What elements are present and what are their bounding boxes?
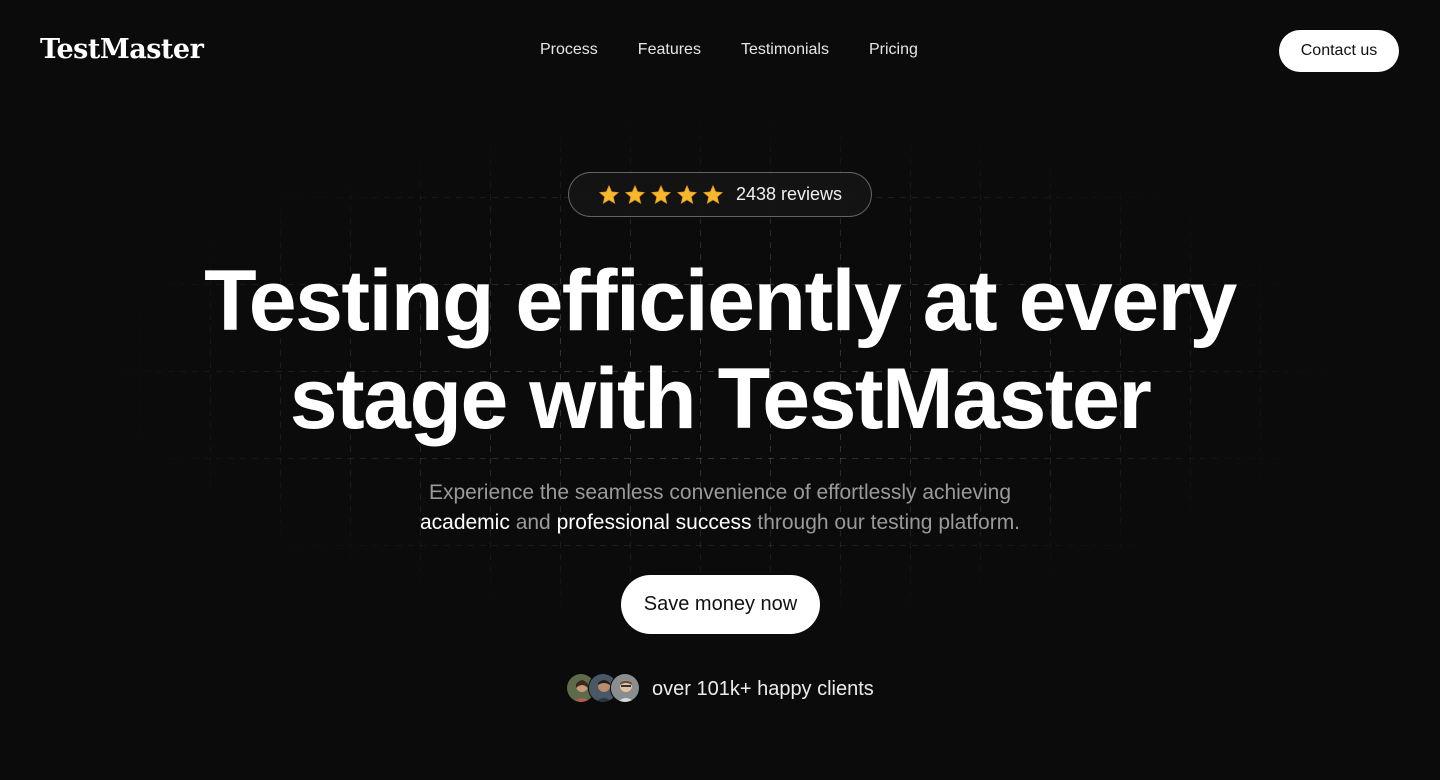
headline-line-2: stage with TestMaster	[289, 351, 1152, 447]
star-icon	[702, 184, 724, 204]
subtext-part-3: through our testing platform.	[757, 511, 1021, 534]
star-icon	[650, 184, 672, 204]
headline-line-1: Testing efficiently at every	[204, 253, 1237, 349]
subtext-highlight-professional: professional success	[556, 511, 752, 534]
subtext-part-2: and	[515, 511, 551, 534]
subtext-highlight-academic: academic	[419, 511, 510, 534]
reviews-count: 2438 reviews	[735, 184, 843, 204]
contact-us-button[interactable]: Contact us	[1279, 30, 1399, 72]
hero-headline: Testing efficiently at every stage with …	[120, 252, 1320, 448]
star-icon	[624, 184, 646, 204]
save-money-button[interactable]: Save money now	[621, 575, 820, 634]
reviews-badge: 2438 reviews	[568, 172, 872, 217]
avatar	[610, 673, 640, 703]
site-header: TestMaster Process Features Testimonials…	[0, 0, 1440, 102]
happy-clients-text: over 101k+ happy clients	[652, 677, 874, 700]
nav-link-features[interactable]: Features	[638, 41, 701, 59]
landing-page: TestMaster Process Features Testimonials…	[0, 0, 1440, 780]
star-icon	[676, 184, 698, 204]
hero-subtext: Experience the seamless convenience of e…	[320, 478, 1120, 538]
happy-clients: over 101k+ happy clients	[566, 673, 874, 705]
star-rating	[598, 184, 724, 206]
main-nav: Process Features Testimonials Pricing	[540, 41, 918, 59]
logo[interactable]: TestMaster	[40, 34, 204, 65]
star-icon	[598, 184, 620, 204]
nav-link-pricing[interactable]: Pricing	[869, 41, 918, 59]
avatar-stack	[566, 673, 642, 705]
subtext-part-1: Experience the seamless convenience of e…	[428, 481, 1012, 504]
nav-link-testimonials[interactable]: Testimonials	[741, 41, 829, 59]
nav-link-process[interactable]: Process	[540, 41, 598, 59]
